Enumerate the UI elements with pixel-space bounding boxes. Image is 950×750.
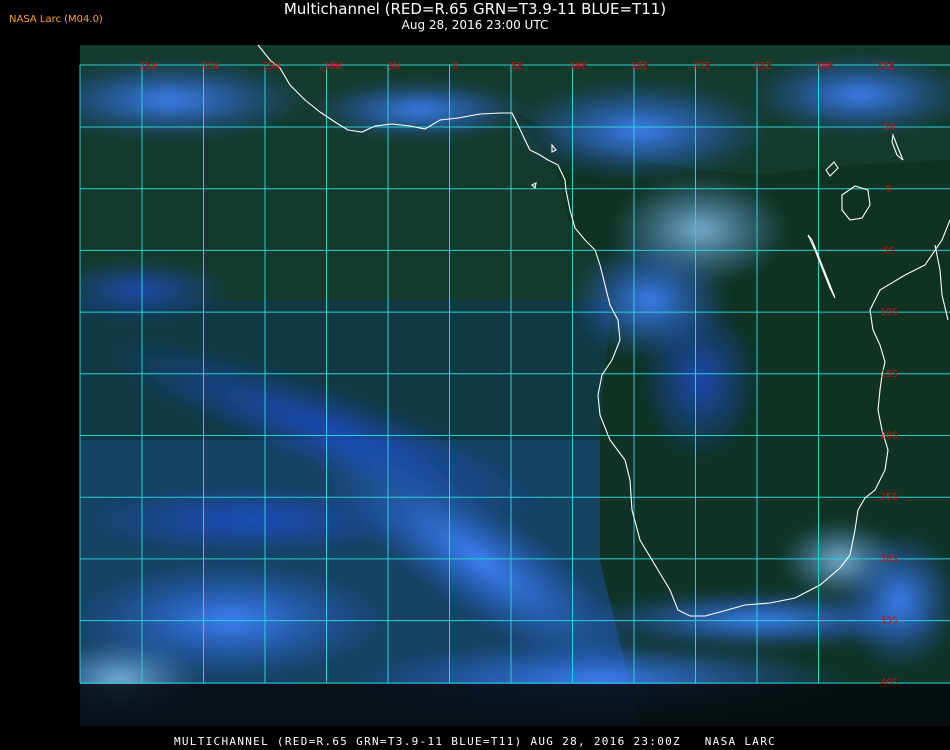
longitude-label: 20W — [200, 61, 219, 72]
latitude-label: 0 — [886, 184, 892, 195]
longitude-label: 35E — [877, 61, 895, 72]
longitude-label: 25E — [754, 61, 772, 72]
longitude-label: 5E — [511, 61, 523, 72]
latitude-label: 20S — [880, 431, 898, 442]
satellite-map: 25W 20W 15W 10W 5W 0 5E 10E 15E 20E 25E 30E 35E 5N 0 5… — [79, 44, 950, 726]
longitude-label: 0 — [452, 61, 458, 72]
longitude-label: 10W — [323, 61, 342, 72]
latitude-label: 10S — [880, 307, 898, 318]
longitude-label: 20E — [692, 61, 710, 72]
longitude-label: 25W — [139, 61, 158, 72]
latitude-label: 35S — [880, 616, 898, 627]
longitude-label: 15W — [262, 61, 281, 72]
latitude-label: 30S — [880, 554, 898, 565]
latitude-label: 15S — [880, 369, 898, 380]
longitude-label: 5W — [388, 61, 401, 72]
longitude-label: 30E — [815, 61, 833, 72]
bottom-band — [80, 684, 950, 726]
latitude-label: 5N — [883, 122, 895, 133]
longitude-label: 10E — [569, 61, 587, 72]
longitude-label: 15E — [631, 61, 649, 72]
footer-caption: MULTICHANNEL (RED=R.65 GRN=T3.9-11 BLUE=… — [173, 735, 777, 748]
latitude-label: 25S — [880, 492, 898, 503]
latitude-label: 5S — [883, 245, 895, 256]
